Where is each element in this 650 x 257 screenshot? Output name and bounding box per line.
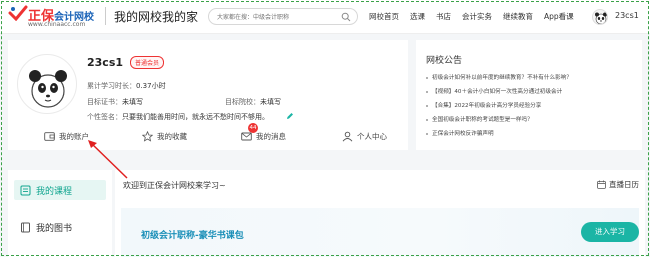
nav-home[interactable]: 网校首页 bbox=[369, 11, 399, 22]
logo-url: www.chinaacc.com bbox=[28, 21, 86, 28]
target-cert-label: 目标证书： bbox=[87, 98, 122, 106]
header-divider bbox=[105, 7, 106, 25]
study-time-label: 累计学习时长： bbox=[87, 82, 136, 90]
top-header: 正保会计网校 www.chinaacc.com 我的网校我的家 网校首页 选课 … bbox=[0, 0, 650, 34]
profile-card: 23cs1 普通会员 累计学习时长：0.37小时 目标证书：未填写 目标院校：未… bbox=[8, 40, 408, 150]
nav-continuing-education[interactable]: 继续教育 bbox=[503, 11, 533, 22]
profile-name: 23cs1 bbox=[87, 56, 124, 69]
announcement-item[interactable]: 【视频】40＋会计小白如何一次性高分通过初级会计 bbox=[426, 85, 638, 99]
top-nav: 网校首页 选课 书店 会计实务 继续教育 App看课 bbox=[369, 11, 574, 22]
signature: 个性签名：只要我们能善用时间，就永远不愁时间不够用。 bbox=[87, 112, 269, 122]
announcement-item[interactable]: 正保会计网校反诈骗声明 bbox=[426, 127, 638, 141]
sidebar-item-label: 我的课程 bbox=[36, 186, 73, 197]
search-input[interactable] bbox=[217, 12, 337, 22]
my-messages-link[interactable]: 44 我的消息 bbox=[241, 123, 286, 142]
membership-badge: 普通会员 bbox=[130, 56, 165, 69]
user-icon bbox=[342, 131, 353, 142]
signature-label: 个性签名： bbox=[87, 113, 122, 121]
wallet-icon bbox=[44, 132, 55, 141]
my-favorites-link[interactable]: 我的收藏 bbox=[142, 131, 187, 142]
course-icon bbox=[20, 185, 31, 195]
edit-icon[interactable] bbox=[286, 112, 294, 120]
announcement-item[interactable]: 【合集】2022年初级会计高分学员经验分享 bbox=[426, 99, 638, 113]
sidebar-item-my-books[interactable]: 我的图书 bbox=[14, 217, 106, 237]
personal-center-link[interactable]: 个人中心 bbox=[342, 131, 387, 142]
chinaacc-logo[interactable]: 正保会计网校 www.chinaacc.com bbox=[8, 4, 108, 30]
signature-value: 只要我们能善用时间，就永远不愁时间不够用。 bbox=[122, 113, 269, 121]
target-school-label: 目标院校： bbox=[225, 98, 260, 106]
avatar[interactable] bbox=[17, 54, 77, 114]
star-icon bbox=[142, 131, 153, 142]
sidebar: 我的课程 我的图书 bbox=[8, 170, 112, 257]
announcement-list: 初级会计如何补以前年度的继续教育？不补有什么影响？ 【视频】40＋会计小白如何一… bbox=[426, 71, 638, 141]
logo-mark-icon bbox=[8, 5, 28, 21]
sidebar-item-label: 我的图书 bbox=[36, 223, 73, 234]
course-name[interactable]: 初级会计职称-豪华书课包 bbox=[141, 228, 244, 241]
message-count-badge: 44 bbox=[248, 123, 258, 133]
course-card: 初级会计职称-豪华书课包 进入学习 bbox=[121, 208, 639, 257]
target-cert-value: 未填写 bbox=[122, 98, 143, 106]
target-school-value: 未填写 bbox=[260, 98, 281, 106]
my-account-link[interactable]: 我的账户 bbox=[44, 131, 89, 142]
welcome-text: 欢迎到正保会计网校来学习~ bbox=[123, 181, 226, 190]
header-username[interactable]: 23cs1 bbox=[615, 11, 639, 20]
nav-courses[interactable]: 选课 bbox=[410, 11, 425, 22]
live-calendar-link[interactable]: 直播日历 bbox=[597, 179, 639, 190]
my-favorites-label: 我的收藏 bbox=[157, 132, 187, 141]
my-messages-label: 我的消息 bbox=[256, 132, 286, 141]
search-icon[interactable] bbox=[341, 12, 351, 22]
search-box[interactable] bbox=[208, 8, 358, 25]
book-icon bbox=[21, 222, 30, 232]
user-avatar-small[interactable] bbox=[592, 9, 608, 25]
announcement-title: 网校公告 bbox=[426, 56, 463, 66]
main-content: 欢迎到正保会计网校来学习~ 直播日历 初级会计职称-豪华书课包 进入学习 bbox=[115, 170, 645, 257]
target-school: 目标院校：未填写 bbox=[225, 97, 281, 107]
enter-study-button[interactable]: 进入学习 bbox=[581, 222, 639, 242]
page-title: 我的网校我的家 bbox=[114, 10, 199, 24]
personal-center-label: 个人中心 bbox=[357, 132, 387, 141]
calendar-icon bbox=[597, 180, 606, 189]
panda-avatar-icon bbox=[29, 70, 67, 108]
nav-accounting-practice[interactable]: 会计实务 bbox=[462, 11, 492, 22]
announcement-item[interactable]: 全国初级会计职称的考试题型是一样吗？ bbox=[426, 113, 638, 127]
study-time-value: 0.37小时 bbox=[136, 82, 166, 90]
mail-icon-wrap: 44 bbox=[241, 123, 258, 142]
nav-bookstore[interactable]: 书店 bbox=[436, 11, 451, 22]
nav-app[interactable]: App看课 bbox=[544, 11, 574, 22]
calendar-label: 直播日历 bbox=[609, 180, 639, 189]
annotation-arrow bbox=[88, 140, 128, 179]
target-certificate: 目标证书：未填写 bbox=[87, 97, 143, 107]
announcement-item[interactable]: 初级会计如何补以前年度的继续教育？不补有什么影响？ bbox=[426, 71, 638, 85]
sidebar-item-my-courses[interactable]: 我的课程 bbox=[14, 180, 106, 200]
announcement-panel: 网校公告 初级会计如何补以前年度的继续教育？不补有什么影响？ 【视频】40＋会计… bbox=[416, 40, 642, 150]
study-time: 累计学习时长：0.37小时 bbox=[87, 81, 166, 91]
quick-links: 我的账户 我的收藏 44 我的消息 个人中心 bbox=[8, 123, 408, 148]
panda-avatar-icon bbox=[595, 12, 607, 24]
